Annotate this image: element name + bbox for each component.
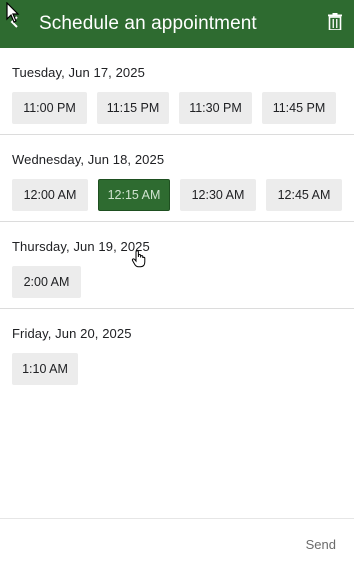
send-button[interactable]: Send	[306, 537, 336, 552]
time-slot-button[interactable]: 2:00 AM	[12, 266, 81, 298]
day-label: Tuesday, Jun 17, 2025	[12, 65, 145, 80]
back-button[interactable]	[0, 0, 30, 48]
footer-bar: Send	[0, 518, 354, 565]
page-title: Schedule an appointment	[39, 13, 257, 34]
day-section-tuesday: Tuesday, Jun 17, 2025 11:00 PM 11:15 PM …	[0, 48, 354, 135]
trash-icon	[328, 13, 342, 35]
time-slot-group: 11:00 PM 11:15 PM 11:30 PM 11:45 PM	[12, 92, 342, 124]
day-label: Friday, Jun 20, 2025	[12, 326, 132, 341]
time-slot-button[interactable]: 1:10 AM	[12, 353, 78, 385]
time-slot-button[interactable]: 12:30 AM	[180, 179, 256, 211]
day-label: Wednesday, Jun 18, 2025	[12, 152, 165, 167]
time-slot-button[interactable]: 11:45 PM	[262, 92, 336, 124]
time-slot-group: 1:10 AM	[12, 353, 342, 385]
day-section-wednesday: Wednesday, Jun 18, 2025 12:00 AM 12:15 A…	[0, 135, 354, 222]
slot-list[interactable]: Tuesday, Jun 17, 2025 11:00 PM 11:15 PM …	[0, 48, 354, 518]
delete-button[interactable]	[324, 12, 346, 36]
time-slot-group: 2:00 AM	[12, 266, 342, 298]
time-slot-button[interactable]: 12:00 AM	[12, 179, 88, 211]
day-label: Thursday, Jun 19, 2025	[12, 239, 150, 254]
time-slot-group: 12:00 AM 12:15 AM 12:30 AM 12:45 AM	[12, 179, 342, 211]
header-bar: Schedule an appointment	[0, 0, 354, 48]
time-slot-button[interactable]: 11:15 PM	[97, 92, 169, 124]
time-slot-button-selected[interactable]: 12:15 AM	[98, 179, 170, 211]
time-slot-button[interactable]: 12:45 AM	[266, 179, 342, 211]
day-section-friday: Friday, Jun 20, 2025 1:10 AM	[0, 309, 354, 395]
time-slot-button[interactable]: 11:00 PM	[12, 92, 87, 124]
chevron-left-icon	[8, 15, 22, 34]
time-slot-button[interactable]: 11:30 PM	[179, 92, 252, 124]
day-section-thursday: Thursday, Jun 19, 2025 2:00 AM	[0, 222, 354, 309]
